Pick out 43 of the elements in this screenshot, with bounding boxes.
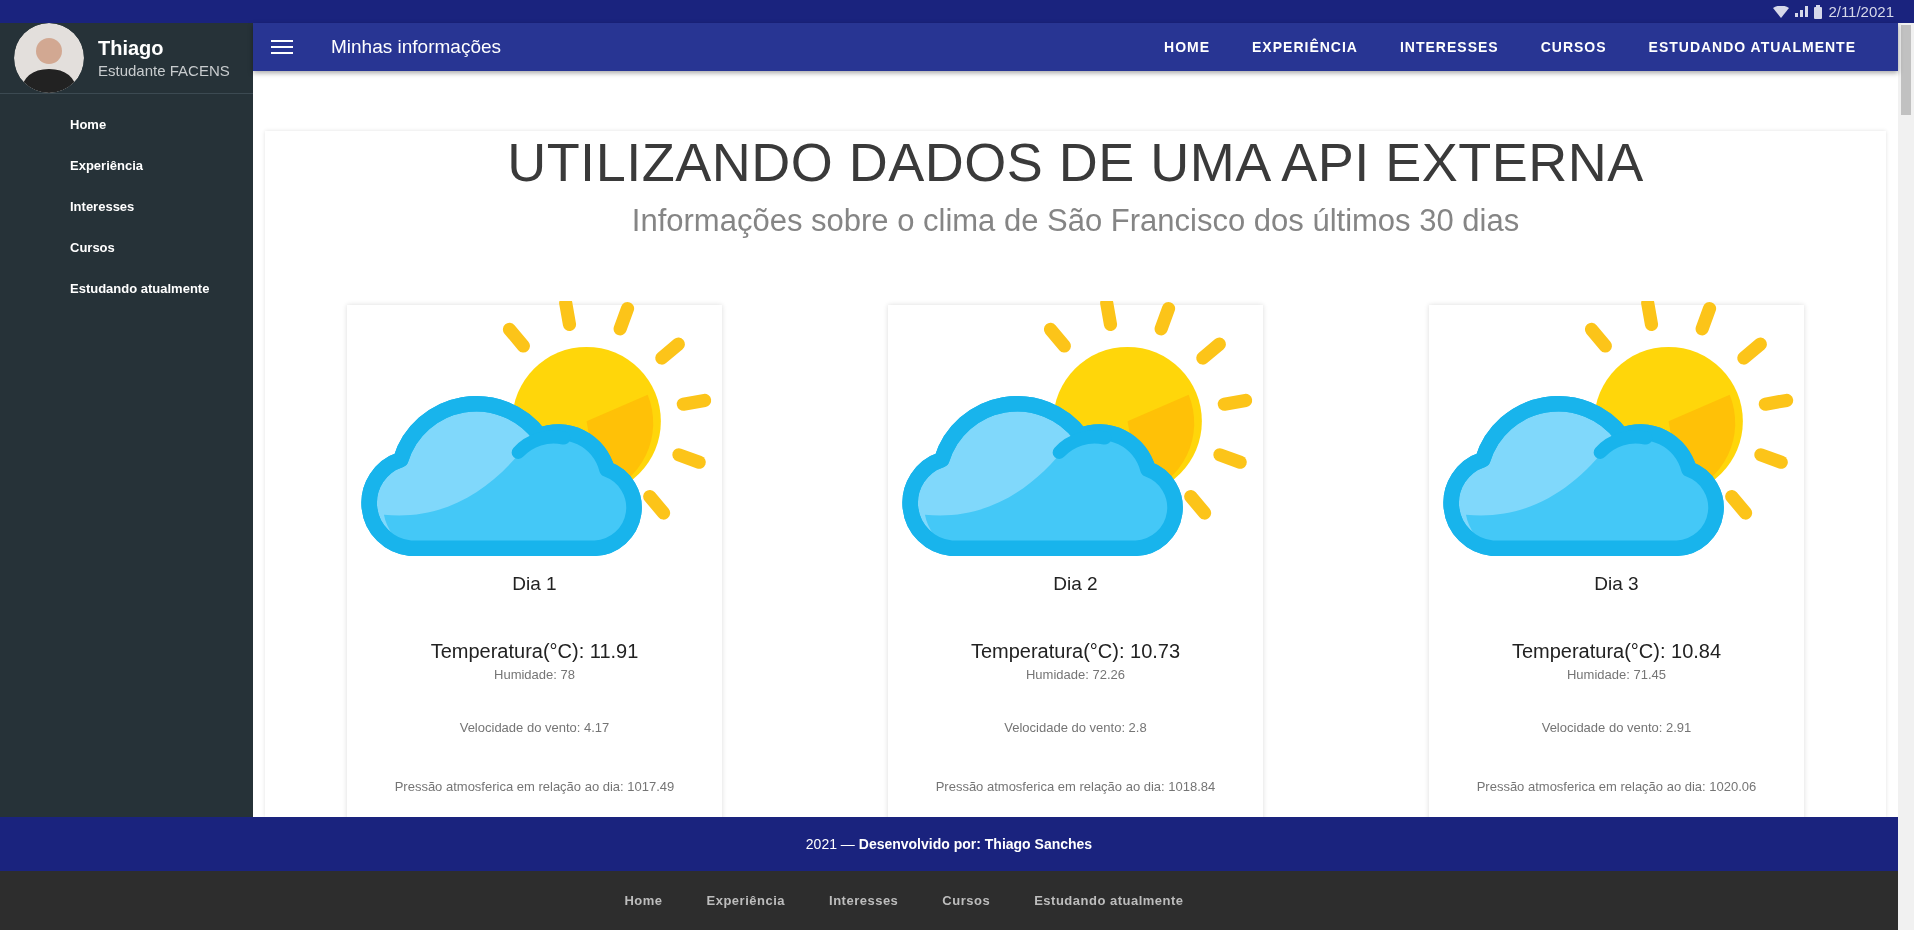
profile-subtitle: Estudante FACENS <box>98 62 230 79</box>
footer-link[interactable]: Experiência <box>706 893 786 908</box>
humidity-text: Humidade: 71.45 <box>1567 667 1666 682</box>
page-subtitle: Informações sobre o clima de São Francisco dos últimos 30 dias <box>631 203 1520 239</box>
wind-text: Velocidade do vento: 2.8 <box>1004 720 1147 735</box>
sidebar-item[interactable]: Experiência <box>70 158 253 173</box>
footer-link[interactable]: Estudando atualmente <box>1034 893 1184 908</box>
pressure-text: Pressão atmosferica em relação ao dia: 1017.49 <box>394 779 675 794</box>
sidebar-item[interactable]: Interesses <box>70 199 253 214</box>
sidebar-item[interactable]: Cursos <box>70 240 253 255</box>
day-label: Dia 2 <box>1053 573 1098 595</box>
humidity-text: Humidade: 78 <box>494 667 575 682</box>
temperature-text: Temperatura(°C): 10.73 <box>970 640 1181 663</box>
temperature-text: Temperatura(°C): 11.91 <box>430 640 639 663</box>
sidebar-item[interactable]: Home <box>70 117 253 132</box>
signal-icon <box>1795 6 1809 17</box>
nav-link[interactable]: HOME <box>1164 39 1211 55</box>
nav-link[interactable]: ESTUDANDO ATUALMENTE <box>1648 39 1856 55</box>
pressure-text: Pressão atmosferica em relação ao dia: 1020.06 <box>1476 779 1757 794</box>
footer-credit: 2021 — Desenvolvido por: Thiago Sanches <box>805 836 1093 852</box>
menu-icon[interactable] <box>271 39 293 55</box>
wind-text: Velocidade do vento: 2.91 <box>1541 720 1692 735</box>
sidebar-item[interactable]: Estudando atualmente <box>70 281 253 296</box>
battery-icon <box>1814 4 1823 19</box>
pressure-text: Pressão atmosferica em relação ao dia: 1018.84 <box>935 779 1216 794</box>
wind-text: Velocidade do vento: 4.17 <box>459 720 610 735</box>
page-title: UTILIZANDO DADOS DE UMA API EXTERNA <box>507 131 1644 193</box>
footer-link[interactable]: Cursos <box>942 893 991 908</box>
scrollbar-thumb[interactable] <box>1901 25 1911 115</box>
wifi-icon <box>1773 5 1790 18</box>
day-label: Dia 3 <box>1594 573 1639 595</box>
humidity-text: Humidade: 72.26 <box>1026 667 1125 682</box>
nav-link[interactable]: CURSOS <box>1540 39 1607 55</box>
profile-name: Thiago <box>98 37 165 60</box>
scrollbar[interactable] <box>1898 23 1914 930</box>
status-date: 2/11/2021 <box>1828 3 1894 20</box>
nav-link[interactable]: EXPERIÊNCIA <box>1252 39 1358 55</box>
nav-link[interactable]: INTERESSES <box>1399 39 1499 55</box>
footer-link[interactable]: Home <box>624 893 663 908</box>
footer-link[interactable]: Interesses <box>829 893 899 908</box>
app-title: Minhas informações <box>331 36 503 58</box>
day-label: Dia 1 <box>512 573 557 595</box>
temperature-text: Temperatura(°C): 10.84 <box>1511 640 1722 663</box>
